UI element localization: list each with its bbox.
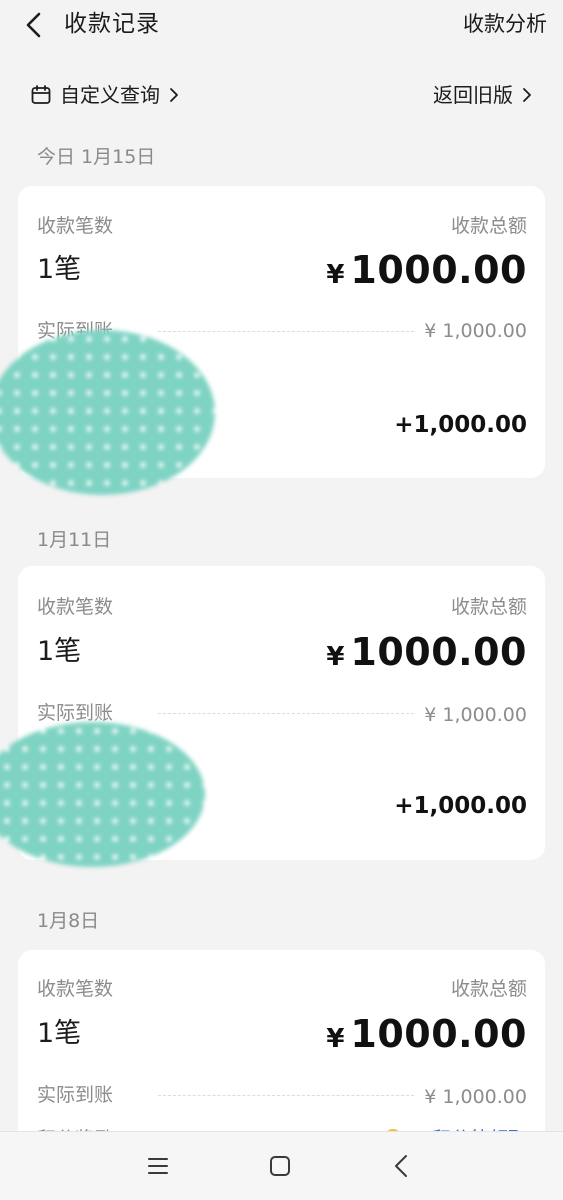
currency-symbol: ¥ xyxy=(326,1024,345,1054)
total-amount: ¥ 1000.00 xyxy=(326,1012,527,1056)
total-amount: ¥ 1000.00 xyxy=(326,630,527,674)
currency-symbol: ¥ xyxy=(326,642,345,672)
calendar-icon xyxy=(31,85,51,104)
menu-icon[interactable] xyxy=(144,1152,172,1180)
filter-row: 自定义查询 返回旧版 xyxy=(0,78,563,112)
total-amount-value: 1000.00 xyxy=(350,248,527,292)
actual-received-amount: ¥ 1,000.00 xyxy=(424,1086,527,1108)
count-value: 1笔 xyxy=(37,1018,82,1049)
old-version-label: 返回旧版 xyxy=(433,83,513,107)
daily-summary-card[interactable]: 收款笔数 收款总额 1笔 ¥ 1000.00 实际到账 ¥ 1,000.00 xyxy=(18,950,545,1150)
currency-symbol: ¥ xyxy=(326,260,345,290)
date-header: 1月8日 xyxy=(37,910,100,932)
date-header: 1月11日 xyxy=(37,529,112,551)
actual-received-amount: ¥ 1,000.00 xyxy=(424,320,527,342)
divider xyxy=(158,1095,414,1096)
date-header: 今日 1月15日 xyxy=(37,146,156,168)
page-title: 收款记录 xyxy=(64,11,160,37)
net-amount: +1,000.00 xyxy=(394,793,527,819)
total-label: 收款总额 xyxy=(450,596,527,618)
top-bar: 收款记录 收款分析 xyxy=(0,0,563,56)
total-amount: ¥ 1000.00 xyxy=(326,248,527,292)
net-amount: +1,000.00 xyxy=(394,412,527,438)
old-version-button[interactable]: 返回旧版 xyxy=(433,78,533,112)
chevron-right-icon xyxy=(523,88,531,102)
chevron-right-icon xyxy=(170,88,178,102)
count-label: 收款笔数 xyxy=(37,978,114,1000)
count-value: 1笔 xyxy=(37,254,82,285)
analysis-button[interactable]: 收款分析 xyxy=(463,8,547,40)
actual-received-amount: ¥ 1,000.00 xyxy=(424,704,527,726)
privacy-mask xyxy=(0,330,215,495)
total-label: 收款总额 xyxy=(450,978,527,1000)
home-square-icon[interactable] xyxy=(266,1152,294,1180)
custom-query-label: 自定义查询 xyxy=(60,83,160,107)
custom-query-button[interactable]: 自定义查询 xyxy=(30,78,180,112)
total-label: 收款总额 xyxy=(450,215,527,237)
count-label: 收款笔数 xyxy=(37,596,114,618)
total-amount-value: 1000.00 xyxy=(350,1012,527,1056)
back-arrow-icon[interactable] xyxy=(22,10,46,40)
actual-received-label: 实际到账 xyxy=(37,1084,114,1106)
divider xyxy=(158,713,414,714)
count-label: 收款笔数 xyxy=(37,215,114,237)
total-amount-value: 1000.00 xyxy=(350,630,527,674)
divider xyxy=(158,331,414,332)
system-navigation-bar xyxy=(0,1131,563,1200)
back-triangle-icon[interactable] xyxy=(387,1152,415,1180)
count-value: 1笔 xyxy=(37,636,82,667)
